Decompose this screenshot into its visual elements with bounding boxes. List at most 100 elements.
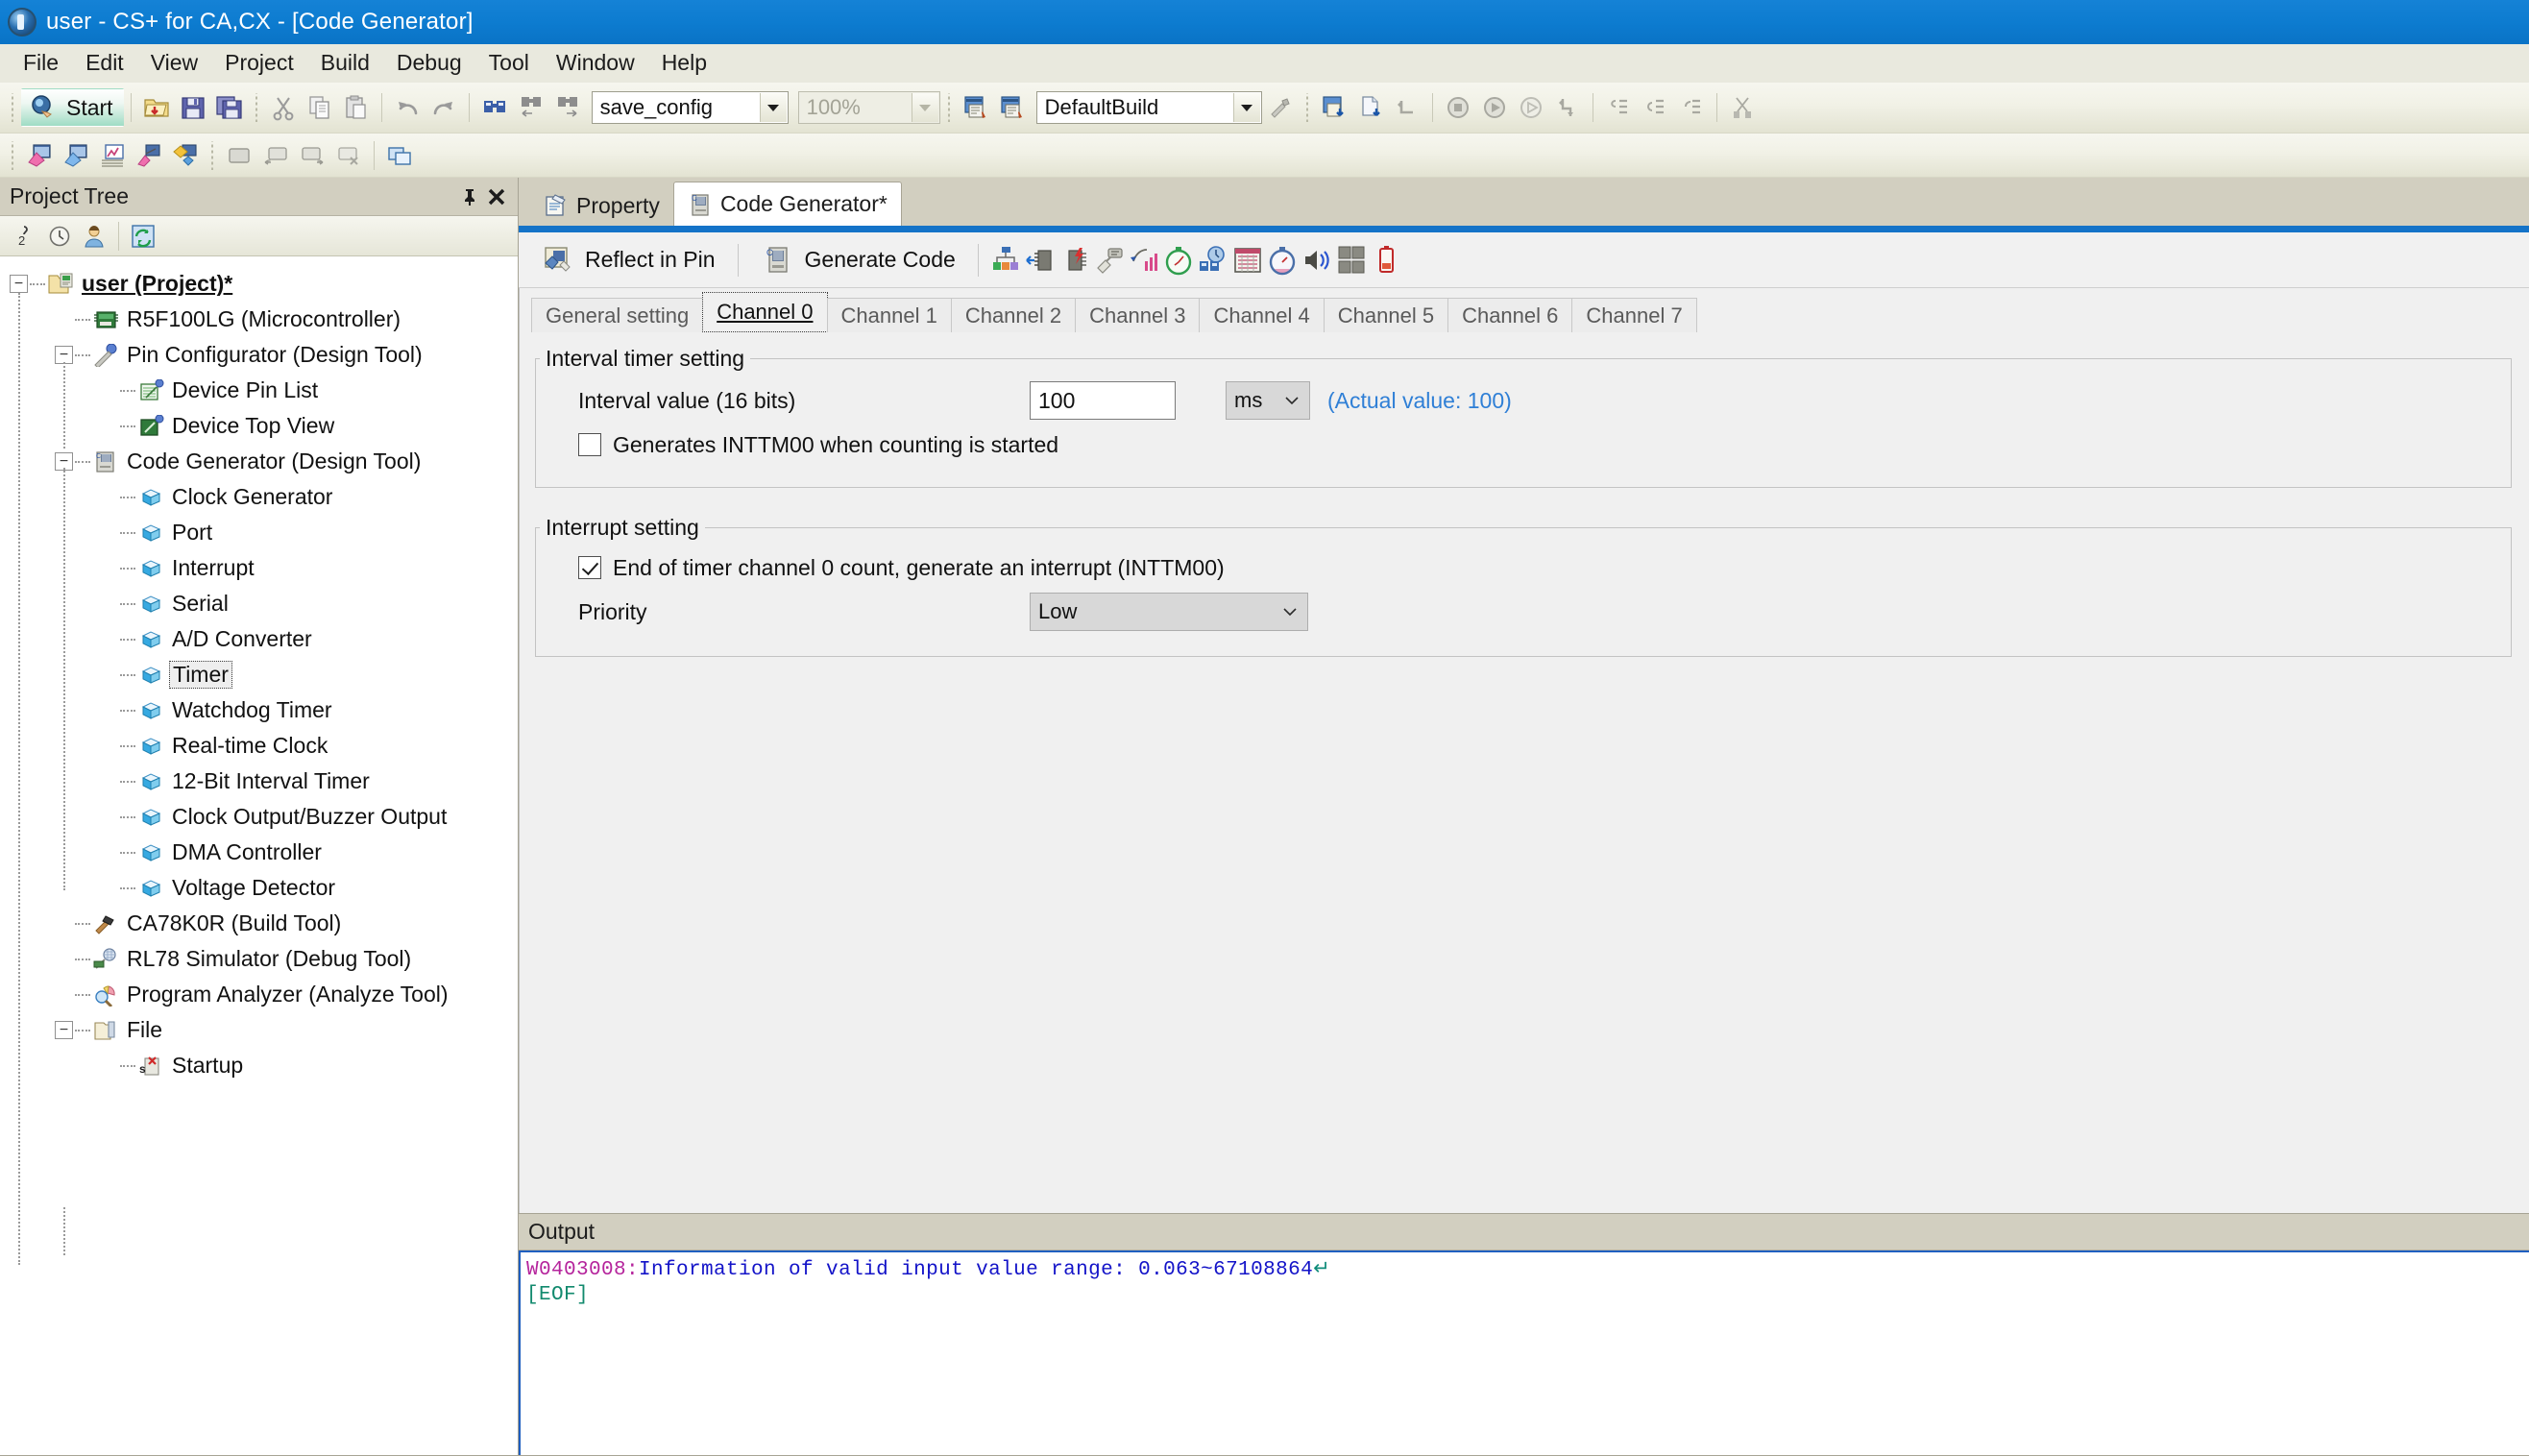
step-return-icon[interactable] xyxy=(1673,89,1710,126)
tree-node-r5f100lg-microcontroller[interactable]: R5F100LG (Microcontroller) xyxy=(10,302,518,337)
find-next-icon[interactable] xyxy=(549,89,586,126)
tree-node-port[interactable]: Port xyxy=(10,515,518,550)
tree-node-12-bit-interval-timer[interactable]: 12-Bit Interval Timer xyxy=(10,764,518,799)
tab-property[interactable]: Property xyxy=(530,185,673,226)
find-previous-icon[interactable] xyxy=(513,89,549,126)
tree-node-dma-controller[interactable]: DMA Controller xyxy=(10,835,518,870)
refresh-icon[interactable] xyxy=(126,220,160,253)
toolbar-grip[interactable] xyxy=(9,93,16,122)
callout-right-icon[interactable] xyxy=(294,137,330,174)
interval-value-input[interactable]: 100 xyxy=(1030,381,1176,420)
cut-build-icon[interactable] xyxy=(1724,89,1761,126)
tree-node-program-analyzer-analyze-tool[interactable]: Program Analyzer (Analyze Tool) xyxy=(10,977,518,1012)
menu-item-edit[interactable]: Edit xyxy=(72,46,137,80)
voltage-detector-icon[interactable] xyxy=(1369,243,1403,278)
build-mode-combo[interactable]: DefaultBuild xyxy=(1036,91,1262,124)
tree-expander[interactable]: − xyxy=(55,1021,73,1039)
tree-node-pin-configurator-design-tool[interactable]: −Pin Configurator (Design Tool) xyxy=(10,337,518,373)
tab-channel-3[interactable]: Channel 3 xyxy=(1075,298,1200,332)
save-icon[interactable] xyxy=(175,89,211,126)
undo-icon[interactable] xyxy=(389,89,426,126)
device-top-view-icon[interactable] xyxy=(58,137,94,174)
menu-item-debug[interactable]: Debug xyxy=(383,46,475,80)
tab-channel-6[interactable]: Channel 6 xyxy=(1447,298,1572,332)
tree-node-startup[interactable]: sStartup xyxy=(10,1048,518,1083)
pin-icon[interactable] xyxy=(456,183,483,210)
tab-channel-5[interactable]: Channel 5 xyxy=(1324,298,1448,332)
step-restart-icon[interactable] xyxy=(1549,89,1586,126)
tree-node-voltage-detector[interactable]: Voltage Detector xyxy=(10,870,518,906)
chevron-down-icon[interactable] xyxy=(760,93,787,122)
tree-node-real-time-clock[interactable]: Real-time Clock xyxy=(10,728,518,764)
interval-timer-icon[interactable] xyxy=(1265,243,1300,278)
build-project-icon[interactable] xyxy=(958,89,994,126)
user-icon[interactable] xyxy=(77,220,111,253)
tab-channel-0[interactable]: Channel 0 xyxy=(702,292,827,332)
step-over-icon[interactable] xyxy=(1637,89,1673,126)
build-tool-icon[interactable] xyxy=(1262,89,1299,126)
tab-channel-2[interactable]: Channel 2 xyxy=(951,298,1076,332)
interrupt-icon[interactable] xyxy=(1058,243,1092,278)
tree-node-clock-output-buzzer-output[interactable]: Clock Output/Buzzer Output xyxy=(10,799,518,835)
note-attach-icon[interactable] xyxy=(167,137,204,174)
project-tree[interactable]: −user (Project)*R5F100LG (Microcontrolle… xyxy=(0,256,518,1455)
tree-node-device-pin-list[interactable]: Device Pin List xyxy=(10,373,518,408)
tree-node-interrupt[interactable]: Interrupt xyxy=(10,550,518,586)
close-icon[interactable] xyxy=(483,183,510,210)
buzzer-output-icon[interactable] xyxy=(1300,243,1334,278)
tree-node-ca78k0r-build-tool[interactable]: CA78K0R (Build Tool) xyxy=(10,906,518,941)
real-time-clock-icon[interactable] xyxy=(1230,243,1265,278)
tree-expander[interactable]: − xyxy=(10,275,28,293)
toolbar-grip[interactable] xyxy=(1303,93,1311,122)
tab-channel-4[interactable]: Channel 4 xyxy=(1199,298,1324,332)
tree-node-device-top-view[interactable]: Device Top View xyxy=(10,408,518,444)
chevron-down-icon[interactable] xyxy=(1233,93,1260,122)
window-blank-icon[interactable] xyxy=(221,137,257,174)
paste-icon[interactable] xyxy=(338,89,375,126)
tab-channel-7[interactable]: Channel 7 xyxy=(1571,298,1696,332)
zoom-combo[interactable]: 100% xyxy=(798,91,940,124)
rebuild-project-icon[interactable] xyxy=(994,89,1031,126)
download-icon[interactable] xyxy=(1316,89,1352,126)
tree-node-rl78-simulator-debug-tool[interactable]: RL78 Simulator (Debug Tool) xyxy=(10,941,518,977)
generates-inttm00-checkbox[interactable] xyxy=(578,433,601,456)
menu-item-build[interactable]: Build xyxy=(307,46,383,80)
chevron-down-icon[interactable] xyxy=(912,93,938,122)
clock-generator-icon[interactable] xyxy=(988,243,1023,278)
timer-icon[interactable] xyxy=(1161,243,1196,278)
menu-item-view[interactable]: View xyxy=(137,46,211,80)
ad-converter-icon[interactable] xyxy=(1127,243,1161,278)
menu-item-help[interactable]: Help xyxy=(648,46,720,80)
tab-channel-1[interactable]: Channel 1 xyxy=(827,298,952,332)
toolbar-grip[interactable] xyxy=(9,141,16,170)
tree-node-serial[interactable]: Serial xyxy=(10,586,518,621)
pin-assign-icon[interactable] xyxy=(131,137,167,174)
tree-node-code-generator-design-tool[interactable]: −CCode Generator (Design Tool) xyxy=(10,444,518,479)
tree-node-timer[interactable]: Timer xyxy=(10,657,518,692)
debug-start-button[interactable]: Start xyxy=(21,88,124,127)
tree-node-clock-generator[interactable]: Clock Generator xyxy=(10,479,518,515)
pin-configurator-icon[interactable] xyxy=(21,137,58,174)
clock-icon[interactable] xyxy=(42,220,77,253)
tree-node-file[interactable]: −File xyxy=(10,1012,518,1048)
analyze-chart-icon[interactable] xyxy=(94,137,131,174)
menu-item-file[interactable]: File xyxy=(10,46,72,80)
end-of-count-row[interactable]: End of timer channel 0 count, generate a… xyxy=(536,546,2511,589)
search-combo[interactable]: save_config xyxy=(592,91,789,124)
tree-node-user-project[interactable]: −user (Project)* xyxy=(10,266,518,302)
toolbar-grip[interactable] xyxy=(945,93,953,122)
port-icon[interactable] xyxy=(1023,243,1058,278)
generate-code-button[interactable]: C Generate Code xyxy=(748,239,968,281)
open-folder-icon[interactable] xyxy=(138,89,175,126)
callout-delete-icon[interactable] xyxy=(330,137,367,174)
cascade-windows-icon[interactable] xyxy=(381,137,418,174)
tree-node-watchdog-timer[interactable]: Watchdog Timer xyxy=(10,692,518,728)
go-icon[interactable] xyxy=(1476,89,1513,126)
download-file-icon[interactable] xyxy=(1352,89,1389,126)
restart-icon[interactable] xyxy=(1389,89,1425,126)
stop-icon[interactable] xyxy=(1440,89,1476,126)
step-in-icon[interactable] xyxy=(1600,89,1637,126)
watchdog-timer-icon[interactable] xyxy=(1196,243,1230,278)
property-icon[interactable]: 2 xyxy=(8,220,42,253)
dma-controller-icon[interactable] xyxy=(1334,243,1369,278)
